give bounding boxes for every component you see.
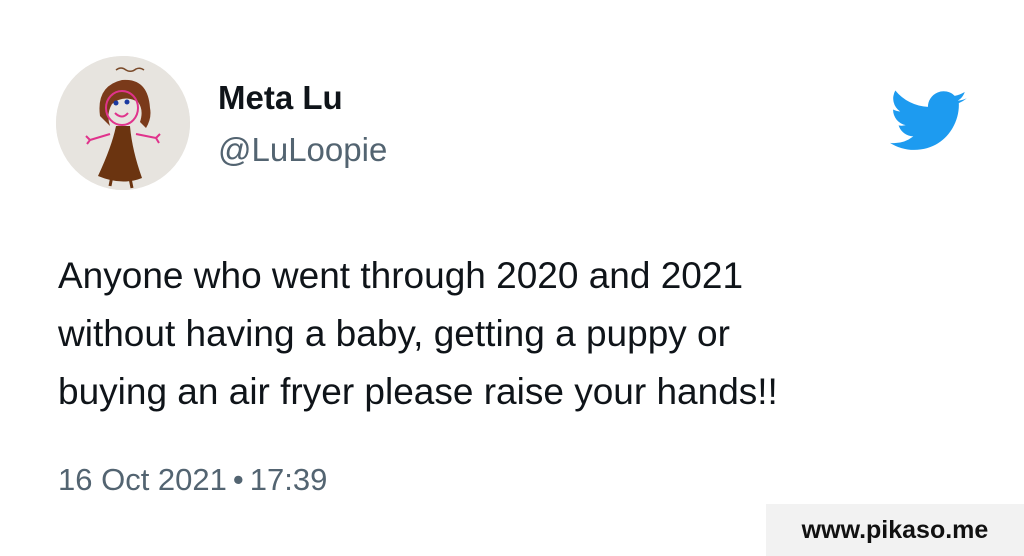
avatar[interactable]	[56, 56, 190, 190]
timestamp-separator: •	[232, 462, 244, 497]
tweet-line: buying an air fryer please raise your ha…	[58, 371, 778, 412]
watermark: www.pikaso.me	[766, 504, 1024, 556]
user-handle[interactable]: @LuLoopie	[218, 130, 387, 170]
tweet-line: Anyone who went through 2020 and 2021	[58, 255, 744, 296]
tweet-text: Anyone who went through 2020 and 2021 wi…	[58, 247, 958, 421]
child-drawing-avatar-icon	[56, 56, 190, 190]
tweet-line: without having a baby, getting a puppy o…	[58, 313, 730, 354]
tweet-date: 16 Oct 2021	[58, 462, 227, 497]
timestamp[interactable]: 16 Oct 2021 • 17:39	[58, 460, 327, 500]
tweet-time: 17:39	[249, 462, 328, 497]
twitter-bird-icon	[890, 90, 968, 156]
display-name[interactable]: Meta Lu	[218, 78, 343, 118]
